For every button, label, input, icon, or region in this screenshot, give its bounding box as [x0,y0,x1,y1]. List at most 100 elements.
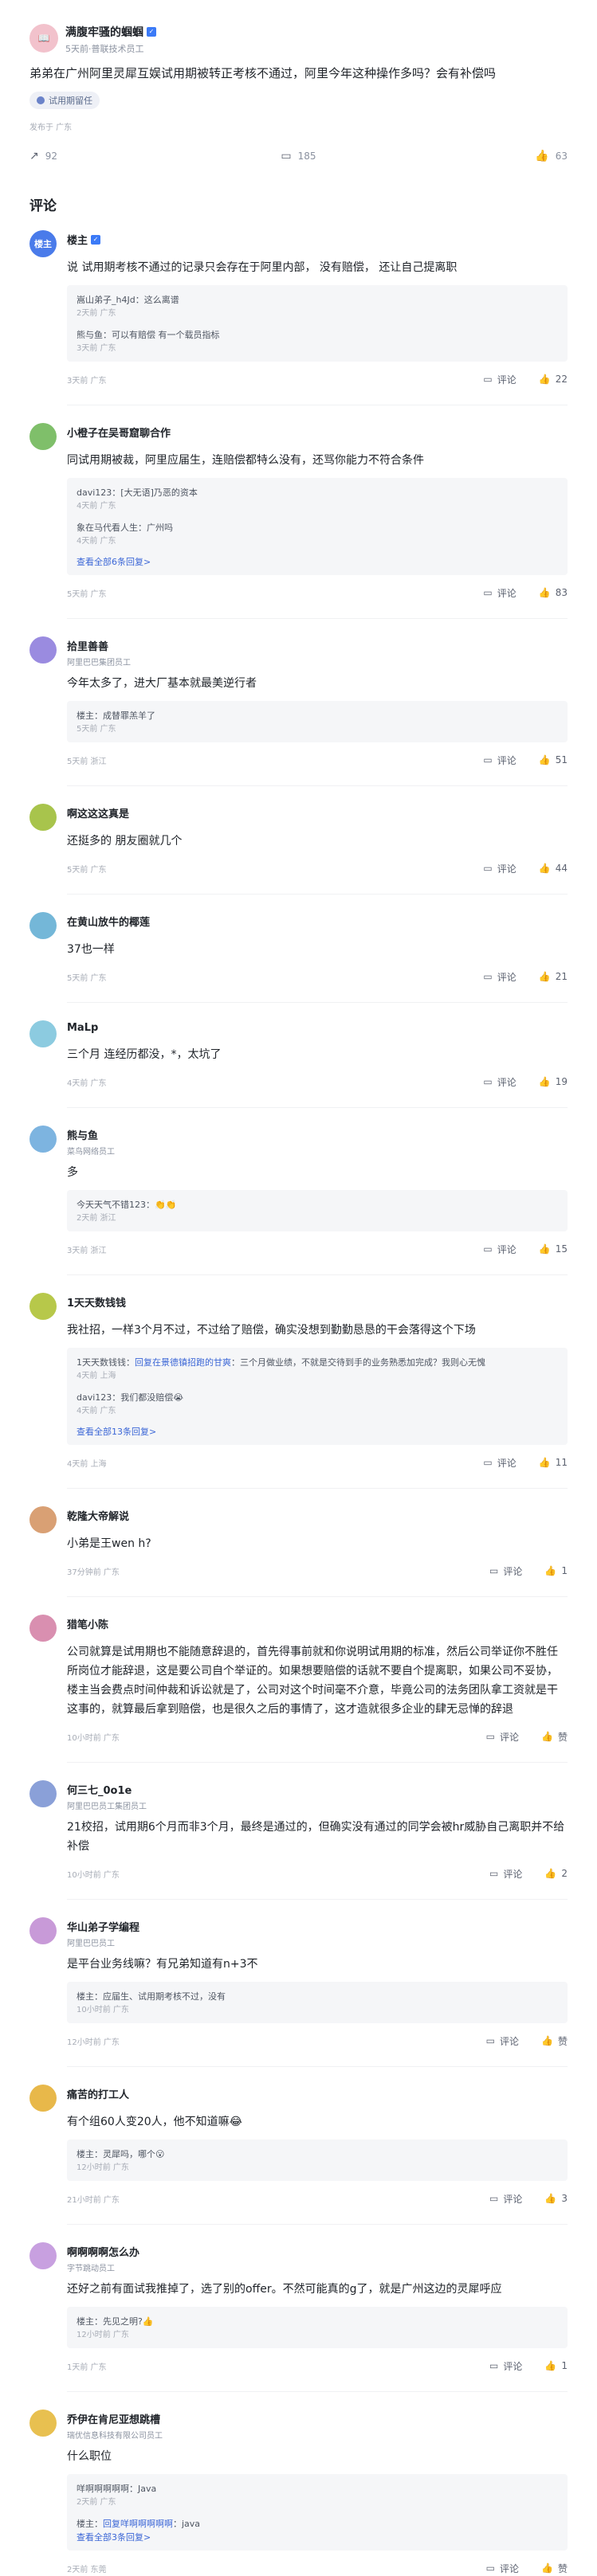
reply-text: 象在马代看人生：广州吗 [77,523,173,533]
comment-author[interactable]: 在黄山放牛的椰莲 [67,914,150,929]
reply-button[interactable]: ▭ 评论 [489,1867,522,1881]
comment-author[interactable]: 小橙子在吴哥窟聊合作 [67,425,171,440]
reply-button[interactable]: ▭ 评论 [489,2359,522,2373]
reply-button[interactable]: ▭ 评论 [483,862,516,875]
comment-like-button[interactable]: 👍 赞 [541,2034,568,2048]
share-button[interactable]: ↗ 92 [29,150,207,162]
post-tag[interactable]: 试用期留任 [29,92,100,109]
comment-location: 5天前 浙江 [67,757,107,766]
reply-box[interactable]: 楼主：应届生、试用期考核不过，没有 10小时前 广东 [67,1982,568,2023]
reply-box[interactable]: 楼主：先见之明?👍 12小时前 广东 [67,2307,568,2348]
reply-button[interactable]: ▭ 评论 [486,2562,519,2575]
post-author-avatar[interactable]: 📖 [29,24,58,53]
see-all-replies-link[interactable]: 查看全部3条回复> [77,2531,558,2544]
comment-item: 1天天数钱钱 我社招，一样3个月不过，不过给了赔偿，确实没想到勤勤恳恳的干会落得这… [29,1293,568,1470]
reply-box[interactable]: 楼主：成替罪羔羊了 5天前 广东 [67,701,568,742]
reply-mention-link[interactable]: 回复在景德镇招跑的甘爽 [135,1357,231,1368]
comment-location: 21小时前 广东 [67,2195,120,2205]
comment-avatar[interactable] [29,1020,57,1047]
reply-button[interactable]: ▭ 评论 [483,1243,516,1256]
thumbs-up-icon: 👍 [538,754,551,765]
reply-button[interactable]: ▭ 评论 [483,1075,516,1089]
comment-like-button[interactable]: 👍 3 [544,2193,568,2204]
comment-avatar[interactable] [29,2410,57,2437]
comment-author[interactable]: 乾隆大帝解说 [67,1508,129,1523]
comment-like-count: 2 [561,1868,568,1879]
comment-text: 三个月 连经历都没，*，太坑了 [67,1048,222,1061]
comment-like-count: 1 [561,2360,568,2371]
comment-avatar[interactable] [29,912,57,939]
comment-avatar[interactable] [29,636,57,664]
post-tag-label: 试用期留任 [49,96,92,106]
comment-like-button[interactable]: 👍 83 [539,587,568,598]
reply-button[interactable]: ▭ 评论 [489,1564,522,1578]
comment-author[interactable]: 何三七_0o1e [67,1782,132,1797]
comment-like-button[interactable]: 👍 44 [539,863,568,874]
comment-avatar[interactable] [29,1780,57,1807]
comment-author[interactable]: 拾里善善 [67,638,108,653]
reply-button[interactable]: ▭ 评论 [483,970,516,984]
comment-like-button[interactable]: 👍 11 [539,1457,568,1468]
comment-button[interactable]: ▭ 185 [210,150,387,162]
reply-mention-link[interactable]: 回复咩啊啊啊啊啊 [103,2519,173,2529]
comment-like-button[interactable]: 👍 1 [544,2360,568,2371]
divider [67,618,568,619]
comment-avatar[interactable] [29,1917,57,1944]
comment-like-button[interactable]: 👍 51 [539,754,568,765]
reply-box[interactable]: 嵩山弟子_h4Jd：这么离谱 2天前 广东 熊与鱼：可以有赔偿 有一个载员指标 3天前… [67,285,568,362]
comment-avatar[interactable]: 楼主 [29,230,57,257]
comment-author[interactable]: MaLp [67,1022,98,1034]
comment-avatar[interactable] [29,1506,57,1533]
like-button[interactable]: 👍 63 [390,150,568,162]
thumbs-up-icon: 👍 [544,1868,557,1879]
reply-text: 1天天数钱钱：回复在景德镇招跑的甘爽：三个月做业绩，不就是交待到手的业务熟悉加完… [77,1357,485,1368]
comment-author[interactable]: 啊这这这真是 [67,805,129,820]
reply-box[interactable]: 咩啊啊啊啊啊：Java 2天前 广东 楼主：回复咩啊啊啊啊啊：java 查看全部3条回… [67,2474,568,2551]
reply-button[interactable]: ▭ 评论 [483,1456,516,1470]
comment-avatar[interactable] [29,1126,57,1153]
comment-like-button[interactable]: 👍 15 [539,1243,568,1255]
post-author-row[interactable]: 📖 满腹牢骚的蝈蝈 ✓ 5天前·普联技术员工 [29,24,568,55]
reply-button[interactable]: ▭ 评论 [486,1730,519,1744]
comment-like-button[interactable]: 👍 赞 [541,2562,568,2575]
comment-like-button[interactable]: 👍 1 [544,1565,568,1576]
comment-like-button[interactable]: 👍 21 [539,971,568,982]
comment-author[interactable]: 啊啊啊啊怎么办 [67,2244,139,2259]
post-author-name[interactable]: 满腹牢骚的蝈蝈 [65,24,143,40]
comment-author[interactable]: 痛苦的打工人 [67,2086,129,2101]
reply-meta: 2天前 广东 [77,309,116,318]
reply-box[interactable]: davi123：[大无语]乃恶的资本 4天前 广东 象在马代看人生：广州吗 4天前 广… [67,478,568,575]
comment-author[interactable]: 乔伊在肯尼亚想跳槽 [67,2411,160,2426]
reply-box[interactable]: 今天天气不错123：👏👏 2天前 浙江 [67,1190,568,1231]
reply-button[interactable]: ▭ 评论 [483,754,516,767]
comment-text: 同试用期被裁，阿里应届生，连赔偿都特么没有，还骂你能力不符合条件 [67,454,424,467]
comment-avatar[interactable] [29,2085,57,2112]
comment-author[interactable]: 熊与鱼 [67,1127,98,1142]
reply-button[interactable]: ▭ 评论 [486,2034,519,2048]
reply-box[interactable]: 1天天数钱钱：回复在景德镇招跑的甘爽：三个月做业绩，不就是交待到手的业务熟悉加完… [67,1348,568,1445]
comment-like-button[interactable]: 👍 22 [539,374,568,385]
comment-avatar[interactable] [29,1293,57,1320]
comment-avatar[interactable] [29,804,57,831]
reply-button[interactable]: ▭ 评论 [483,586,516,600]
comment-author[interactable]: 华山弟子学编程 [67,1919,139,1934]
reply-button[interactable]: ▭ 评论 [489,2192,522,2206]
comment-author[interactable]: 猎笔小陈 [67,1616,108,1631]
comment-like-button[interactable]: 👍 2 [544,1868,568,1879]
reply-meta: 12小时前 广东 [77,2163,129,2172]
comment-author[interactable]: 楼主 [67,232,88,247]
comment-like-button[interactable]: 👍 19 [539,1076,568,1087]
comment-avatar[interactable] [29,1615,57,1642]
comment-avatar[interactable] [29,423,57,450]
reply-button[interactable]: ▭ 评论 [483,373,516,386]
see-all-replies-link[interactable]: 查看全部13条回复> [77,1426,558,1439]
thumbs-up-icon: 👍 [541,2035,553,2046]
see-all-replies-link[interactable]: 查看全部6条回复> [77,556,558,569]
reply-box[interactable]: 楼主：灵犀吗，哪个😮 12小时前 广东 [67,2139,568,2181]
comment-author[interactable]: 1天天数钱钱 [67,1294,126,1310]
comment-like-button[interactable]: 👍 赞 [541,1730,568,1744]
share-count: 92 [45,151,58,162]
comment-avatar[interactable] [29,2242,57,2269]
thumbs-up-icon: 👍 [544,2193,557,2204]
comment-text: 公司就算是试用期也不能随意辞退的，首先得事前就和你说明试用期的标准，然后公司举证… [67,1646,558,1716]
